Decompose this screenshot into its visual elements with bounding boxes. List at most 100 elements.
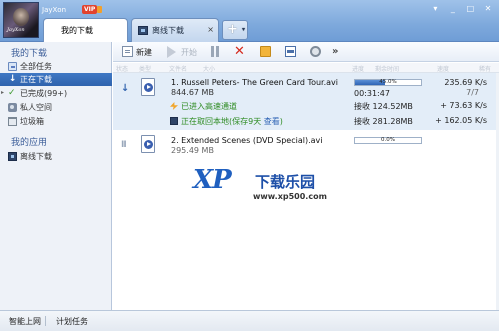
pause-button[interactable] — [209, 45, 220, 59]
plus-icon: + — [227, 22, 238, 37]
sidebar-item-label: 全部任务 — [20, 62, 52, 71]
delete-icon: ✕ — [234, 44, 245, 59]
window-controls: ▾ _ □ ✕ — [427, 3, 495, 15]
expand-arrow-icon[interactable]: ▸ — [1, 89, 4, 96]
avatar[interactable]: JayXon — [3, 2, 39, 38]
tab-close-icon[interactable]: × — [207, 25, 214, 34]
column-size[interactable]: 大小 — [203, 64, 215, 73]
sidebar-item-offline-download[interactable]: 离线下载 — [0, 150, 112, 163]
watermark-logo: XP 下载乐园 www.xp500.com — [191, 163, 342, 210]
received-amount: 接收 124.52MB — [354, 102, 413, 111]
folder-icon — [260, 46, 271, 57]
sidebar-item-label: 已完成(99+) — [20, 89, 68, 98]
offline-retrieve-status: 正在取回本地(保存9天 查看) — [170, 116, 283, 127]
sidebar: 我的下载 全部任务 ↓ 正在下载 ▸ ✓ 已完成(99+) 私人空间 垃圾箱 我… — [0, 42, 112, 310]
menu-icon[interactable]: ▾ — [428, 3, 442, 15]
sidebar-item-trash[interactable]: 垃圾箱 — [0, 115, 112, 128]
column-progress[interactable]: 进度 — [352, 64, 364, 73]
more-icon: » — [332, 46, 339, 57]
username[interactable]: JayXon — [42, 6, 66, 14]
private-space-icon — [8, 103, 17, 112]
title-bar: JayXon JayXon VIP 我的下载 离线下载 × + ▾ ▾ _ □ … — [0, 0, 499, 42]
column-rarity[interactable]: 稀有 — [479, 64, 491, 73]
new-task-icon — [122, 46, 133, 57]
added-speed: + 73.63 K/s — [440, 101, 487, 110]
downloading-status-icon: ↓ — [121, 83, 130, 94]
list-view-icon — [285, 46, 296, 57]
delete-button[interactable]: ✕ — [234, 45, 245, 59]
avatar-label: JayXon — [7, 27, 25, 33]
offline-download-icon — [170, 117, 178, 125]
sidebar-item-label: 正在下载 — [20, 75, 52, 84]
list-header: 状态 类型 文件名 大小 进度 剩余时间 速度 稀有 — [113, 63, 499, 73]
play-icon — [167, 46, 176, 58]
view-link[interactable]: 查看 — [264, 117, 280, 126]
file-size: 295.49 MB — [171, 146, 214, 155]
progress-percent: 45.0% — [379, 79, 397, 85]
offline-download-icon — [8, 152, 17, 161]
new-task-button[interactable]: 新建 — [122, 45, 156, 59]
paused-status-icon: II — [121, 140, 127, 150]
start-label: 开始 — [181, 48, 197, 57]
tab-my-downloads[interactable]: 我的下载 — [43, 18, 128, 42]
download-row[interactable]: ↓ 1. Russell Peters- The Green Card Tour… — [113, 73, 499, 130]
checkmark-icon: ✓ — [8, 88, 16, 98]
sidebar-item-all-tasks[interactable]: 全部任务 — [0, 60, 112, 73]
start-button[interactable]: 开始 — [167, 45, 201, 59]
watermark-url: www.xp500.com — [253, 192, 327, 201]
video-file-icon — [141, 78, 155, 96]
sidebar-item-label: 私人空间 — [20, 103, 52, 112]
file-size: 844.67 MB — [171, 88, 214, 97]
close-icon[interactable]: ✕ — [481, 3, 495, 15]
lightning-icon — [170, 102, 178, 110]
tab-offline-download[interactable]: 离线下载 × — [131, 18, 219, 42]
progress-bar: 0.0% — [354, 137, 422, 144]
maximize-icon[interactable]: □ — [463, 3, 477, 15]
download-arrow-icon: ↓ — [8, 74, 17, 84]
watermark-title: 下载乐园 — [255, 173, 316, 191]
progress-percent: 0.0% — [381, 137, 395, 143]
pieces-count: 7/7 — [466, 88, 479, 97]
new-tab-button[interactable]: + ▾ — [222, 20, 248, 40]
tab-label: 离线下载 — [152, 26, 184, 35]
open-folder-button[interactable] — [260, 45, 271, 59]
sidebar-item-downloading[interactable]: ↓ 正在下载 — [0, 73, 112, 86]
column-filename[interactable]: 文件名 — [169, 64, 187, 73]
view-toggle-button[interactable] — [285, 45, 296, 59]
status-bar: 智能上网 计划任务 — [0, 310, 499, 331]
minimize-icon[interactable]: _ — [446, 3, 460, 15]
sidebar-item-label: 垃圾箱 — [20, 117, 44, 126]
file-name: 1. Russell Peters- The Green Card Tour.a… — [171, 78, 338, 87]
watermark-xp: XP — [193, 165, 232, 195]
smart-browse-button[interactable]: 智能上网 — [9, 316, 41, 327]
settings-button[interactable] — [310, 45, 321, 59]
sidebar-item-completed[interactable]: ▸ ✓ 已完成(99+) — [0, 87, 112, 100]
gear-icon — [310, 46, 321, 57]
pause-icon — [209, 46, 220, 57]
column-remaining-time[interactable]: 剩余时间 — [375, 64, 399, 73]
scheduled-tasks-button[interactable]: 计划任务 — [56, 316, 88, 327]
high-speed-channel-status: 已进入高速通道 — [170, 101, 237, 112]
progress-bar: 45.0% — [354, 79, 422, 86]
vip-badge[interactable]: VIP — [82, 5, 103, 14]
column-speed[interactable]: 速度 — [437, 64, 449, 73]
video-file-icon — [141, 135, 155, 153]
column-status[interactable]: 状态 — [116, 64, 128, 73]
remaining-time: 00:31:47 — [354, 89, 390, 98]
sidebar-item-private-space[interactable]: 私人空间 — [0, 101, 112, 114]
download-row[interactable]: II 2. Extended Scenes (DVD Special).avi … — [113, 131, 499, 158]
new-task-label: 新建 — [136, 48, 152, 57]
trash-icon — [8, 117, 17, 126]
sidebar-section-my-apps[interactable]: 我的应用 — [11, 135, 47, 148]
added-speed: + 162.05 K/s — [435, 116, 487, 125]
more-button[interactable]: » — [332, 45, 343, 59]
toolbar: 新建 开始 ✕ » — [113, 42, 499, 62]
tab-label: 我的下载 — [61, 26, 93, 35]
sidebar-section-my-downloads[interactable]: 我的下载 — [11, 46, 47, 59]
file-name: 2. Extended Scenes (DVD Special).avi — [171, 136, 323, 145]
chevron-down-icon[interactable]: ▾ — [242, 21, 245, 39]
sidebar-item-label: 离线下载 — [20, 152, 52, 161]
column-type[interactable]: 类型 — [139, 64, 151, 73]
download-speed: 235.69 K/s — [444, 78, 487, 87]
all-tasks-icon — [8, 62, 17, 71]
